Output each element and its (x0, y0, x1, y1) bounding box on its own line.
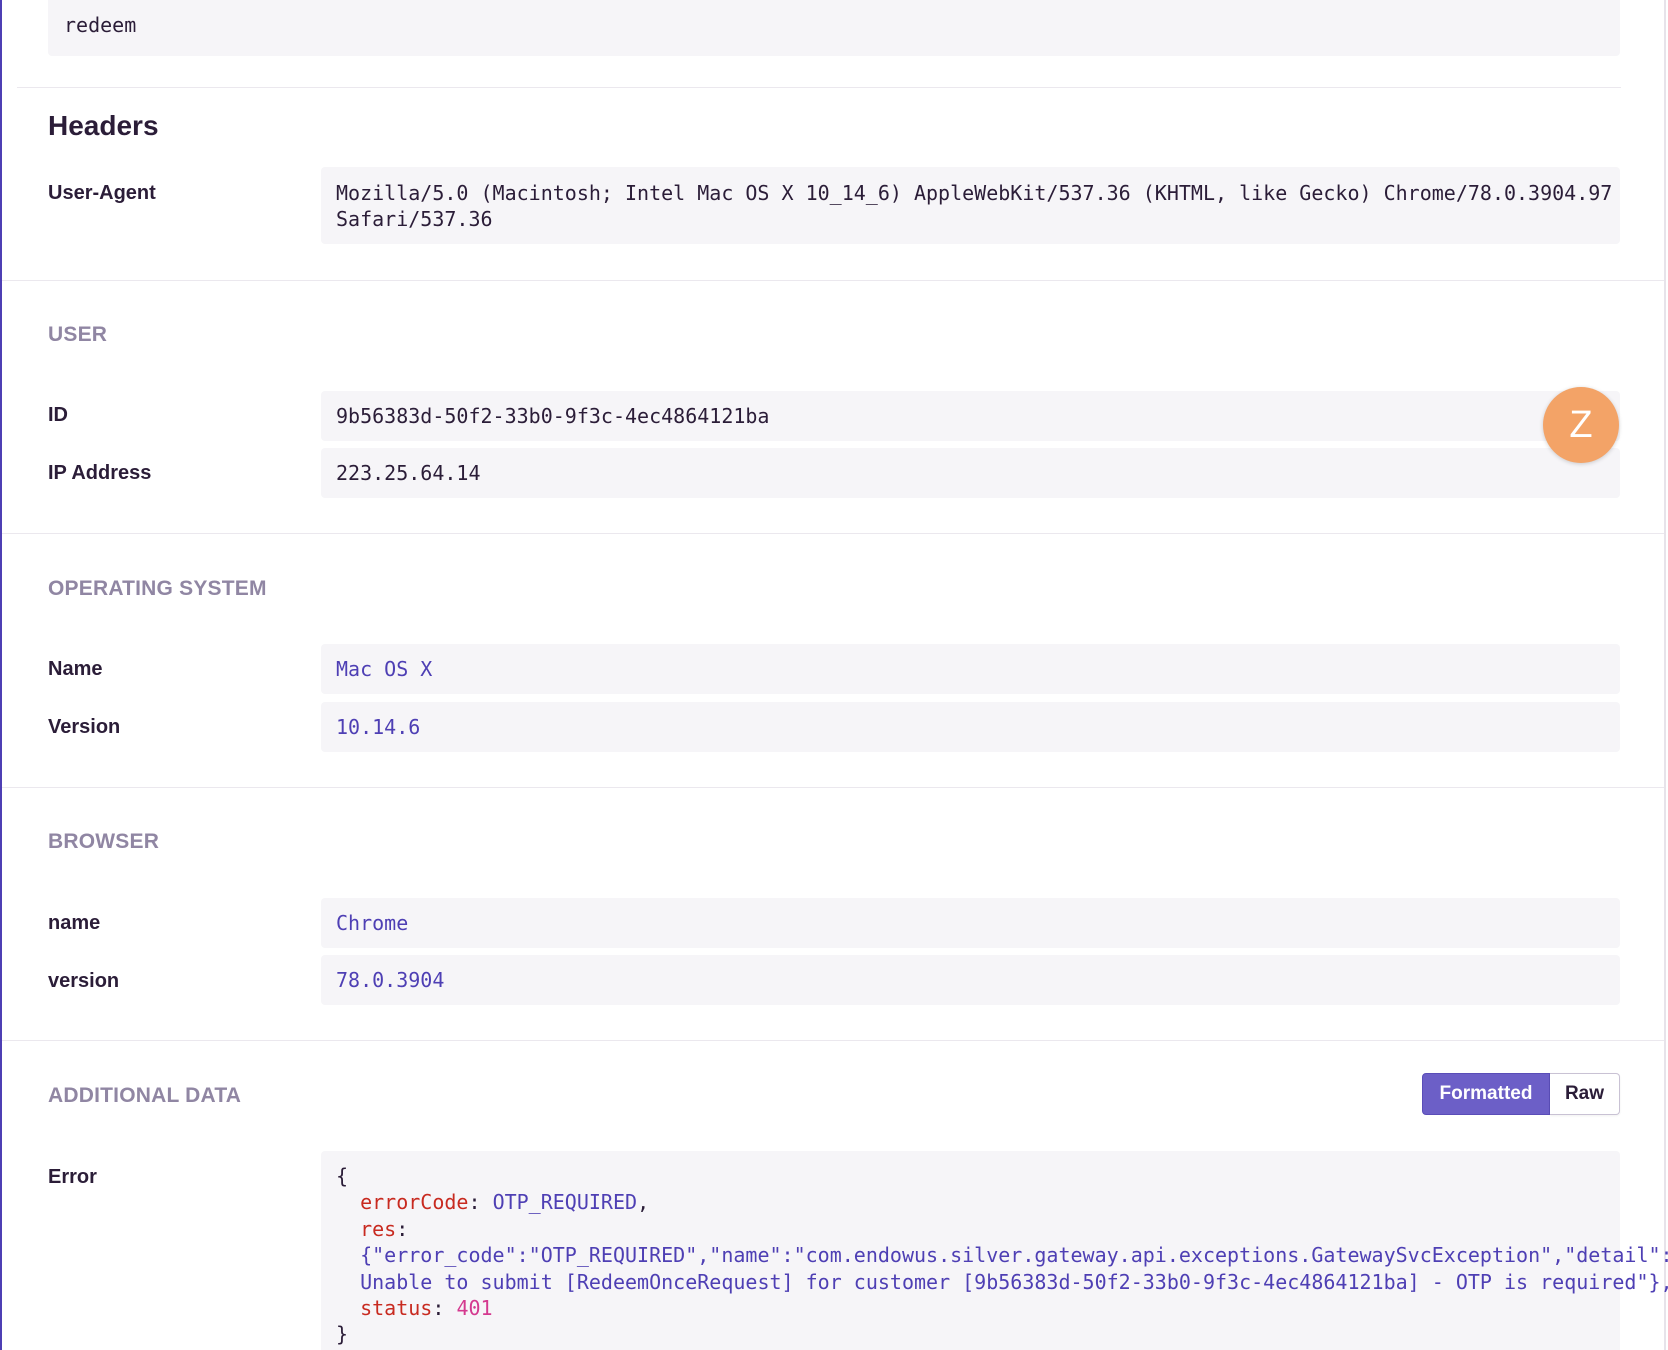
transaction-value-box: redeem (48, 0, 1620, 56)
divider (2, 280, 1664, 281)
code-open-brace: { (336, 1164, 349, 1188)
format-toggle: Formatted Raw (1422, 1073, 1620, 1115)
os-version-value[interactable]: 10.14.6 (336, 714, 420, 740)
code-key-res: res (360, 1216, 397, 1241)
error-label: Error (48, 1166, 97, 1188)
code-value-errorcode: OTP_REQUIRED (492, 1190, 638, 1215)
code-key-status: status (360, 1296, 433, 1321)
divider (17, 87, 1621, 88)
browser-version-label: version (48, 970, 120, 992)
transaction-value: redeem (64, 13, 137, 37)
browser-name-value-box: Chrome (321, 898, 1620, 948)
browser-version-value[interactable]: 78.0.3904 (336, 967, 444, 993)
user-agent-label: User-Agent (48, 182, 156, 204)
user-agent-value-line2: Safari/537.36 (336, 207, 493, 231)
scrollbar-track[interactable] (1664, 0, 1666, 1350)
user-id-value: 9b56383d-50f2-33b0-9f3c-4ec4864121ba (336, 404, 770, 428)
event-details-page: redeem Headers User-Agent Mozilla/5.0 (M… (0, 0, 1668, 1350)
browser-name-label: name (48, 912, 101, 934)
divider (2, 533, 1664, 534)
os-name-value[interactable]: Mac OS X (336, 656, 432, 682)
divider (2, 787, 1664, 788)
user-id-label: ID (48, 404, 68, 426)
os-name-value-box: Mac OS X (321, 644, 1620, 694)
os-version-value-box: 10.14.6 (321, 702, 1620, 752)
ip-address-value: 223.25.64.14 (336, 461, 481, 485)
user-id-value-box: 9b56383d-50f2-33b0-9f3c-4ec4864121ba (321, 391, 1620, 441)
user-section-title: USER (48, 323, 108, 346)
os-name-label: Name (48, 658, 103, 680)
os-section-title: OPERATING SYSTEM (48, 577, 267, 600)
ip-address-value-box: 223.25.64.14 (321, 448, 1620, 498)
additional-data-section-title: ADDITIONAL DATA (48, 1084, 242, 1107)
code-value-res-line1: {"error_code":"OTP_REQUIRED","name":"com… (360, 1243, 1668, 1268)
error-code-block: { errorCode: OTP_REQUIRED, res: {"error_… (336, 1163, 1668, 1348)
raw-button[interactable]: Raw (1550, 1073, 1620, 1115)
user-agent-value-line1: Mozilla/5.0 (Macintosh; Intel Mac OS X 1… (336, 181, 1613, 205)
left-border (0, 0, 2, 1350)
browser-section-title: BROWSER (48, 830, 160, 853)
browser-version-value-box: 78.0.3904 (321, 955, 1620, 1005)
user-avatar[interactable]: Z (1543, 387, 1619, 463)
code-key-errorcode: errorCode (360, 1190, 469, 1215)
headers-title: Headers (48, 110, 159, 141)
error-value-box: { errorCode: OTP_REQUIRED, res: {"error_… (321, 1151, 1668, 1350)
user-agent-value-box: Mozilla/5.0 (Macintosh; Intel Mac OS X 1… (321, 167, 1620, 244)
formatted-button[interactable]: Formatted (1422, 1073, 1550, 1115)
ip-address-label: IP Address (48, 462, 152, 484)
code-close-brace: } (336, 1322, 349, 1347)
code-value-res-line2: Unable to submit [RedeemOnceRequest] for… (360, 1269, 1668, 1294)
code-value-status: 401 (456, 1296, 493, 1321)
divider (2, 1040, 1664, 1041)
os-version-label: Version (48, 716, 121, 738)
browser-name-value[interactable]: Chrome (336, 910, 408, 936)
